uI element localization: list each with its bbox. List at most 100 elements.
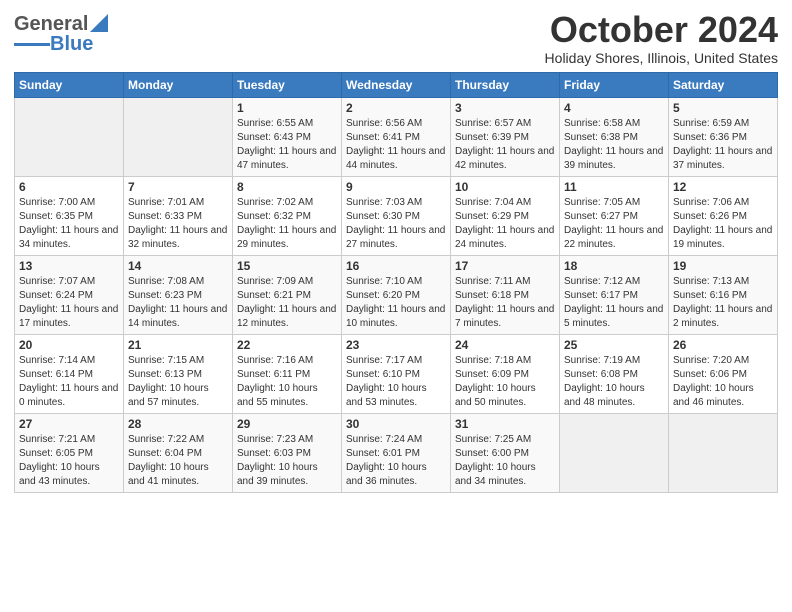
week-row-2: 6Sunrise: 7:00 AM Sunset: 6:35 PM Daylig… [15, 176, 778, 255]
day-info: Sunrise: 6:58 AM Sunset: 6:38 PM Dayligh… [564, 117, 664, 173]
day-number: 4 [564, 101, 664, 115]
day-number: 17 [455, 259, 555, 273]
day-number: 18 [564, 259, 664, 273]
calendar-cell: 1 Sunrise: 6:55 AM Sunset: 6:43 PM Daylig… [233, 97, 342, 176]
calendar-cell: 13 Sunrise: 7:07 AM Sunset: 6:24 PM Dayli… [15, 255, 124, 334]
calendar-cell: 10 Sunrise: 7:04 AM Sunset: 6:29 PM Dayli… [451, 176, 560, 255]
day-info: Sunrise: 7:08 AM Sunset: 6:23 PM Dayligh… [128, 275, 228, 331]
calendar-cell: 26 Sunrise: 7:20 AM Sunset: 6:06 PM Dayli… [669, 334, 778, 413]
day-number: 1 [237, 101, 337, 115]
day-number: 11 [564, 180, 664, 194]
day-info: Sunrise: 7:12 AM Sunset: 6:17 PM Dayligh… [564, 275, 664, 331]
day-info: Sunrise: 7:16 AM Sunset: 6:11 PM Dayligh… [237, 354, 337, 410]
calendar-body: 1 Sunrise: 6:55 AM Sunset: 6:43 PM Daylig… [15, 97, 778, 492]
day-info: Sunrise: 7:18 AM Sunset: 6:09 PM Dayligh… [455, 354, 555, 410]
calendar-cell: 24Sunrise: 7:18 AM Sunset: 6:09 PM Dayli… [451, 334, 560, 413]
calendar-cell: 6Sunrise: 7:00 AM Sunset: 6:35 PM Daylig… [15, 176, 124, 255]
calendar-cell: 30Sunrise: 7:24 AM Sunset: 6:01 PM Dayli… [342, 413, 451, 492]
logo: General Blue [14, 14, 108, 54]
col-monday: Monday [124, 72, 233, 97]
header-row: Sunday Monday Tuesday Wednesday Thursday… [15, 72, 778, 97]
day-number: 13 [19, 259, 119, 273]
calendar-cell: 23 Sunrise: 7:17 AM Sunset: 6:10 PM Dayli… [342, 334, 451, 413]
calendar-cell [560, 413, 669, 492]
calendar-cell: 27 Sunrise: 7:21 AM Sunset: 6:05 PM Dayli… [15, 413, 124, 492]
day-info: Sunrise: 7:05 AM Sunset: 6:27 PM Dayligh… [564, 196, 664, 252]
week-row-5: 27 Sunrise: 7:21 AM Sunset: 6:05 PM Dayli… [15, 413, 778, 492]
calendar-cell: 25Sunrise: 7:19 AM Sunset: 6:08 PM Dayli… [560, 334, 669, 413]
day-info: Sunrise: 7:25 AM Sunset: 6:00 PM Dayligh… [455, 433, 555, 489]
calendar-cell: 14 Sunrise: 7:08 AM Sunset: 6:23 PM Dayli… [124, 255, 233, 334]
location-subtitle: Holiday Shores, Illinois, United States [545, 50, 778, 66]
week-row-1: 1 Sunrise: 6:55 AM Sunset: 6:43 PM Daylig… [15, 97, 778, 176]
day-number: 7 [128, 180, 228, 194]
day-info: Sunrise: 6:59 AM Sunset: 6:36 PM Dayligh… [673, 117, 773, 173]
day-info: Sunrise: 7:04 AM Sunset: 6:29 PM Dayligh… [455, 196, 555, 252]
title-area: October 2024 Holiday Shores, Illinois, U… [545, 10, 778, 66]
calendar-cell: 11 Sunrise: 7:05 AM Sunset: 6:27 PM Dayli… [560, 176, 669, 255]
day-number: 8 [237, 180, 337, 194]
calendar-cell: 7Sunrise: 7:01 AM Sunset: 6:33 PM Daylig… [124, 176, 233, 255]
col-thursday: Thursday [451, 72, 560, 97]
day-number: 27 [19, 417, 119, 431]
day-info: Sunrise: 7:00 AM Sunset: 6:35 PM Dayligh… [19, 196, 119, 252]
calendar-cell: 20 Sunrise: 7:14 AM Sunset: 6:14 PM Dayli… [15, 334, 124, 413]
calendar-cell: 4 Sunrise: 6:58 AM Sunset: 6:38 PM Daylig… [560, 97, 669, 176]
day-number: 31 [455, 417, 555, 431]
day-number: 28 [128, 417, 228, 431]
day-info: Sunrise: 7:21 AM Sunset: 6:05 PM Dayligh… [19, 433, 119, 489]
col-saturday: Saturday [669, 72, 778, 97]
day-info: Sunrise: 7:02 AM Sunset: 6:32 PM Dayligh… [237, 196, 337, 252]
day-info: Sunrise: 7:09 AM Sunset: 6:21 PM Dayligh… [237, 275, 337, 331]
day-number: 22 [237, 338, 337, 352]
day-info: Sunrise: 7:23 AM Sunset: 6:03 PM Dayligh… [237, 433, 337, 489]
calendar-header: Sunday Monday Tuesday Wednesday Thursday… [15, 72, 778, 97]
calendar-cell: 16 Sunrise: 7:10 AM Sunset: 6:20 PM Dayli… [342, 255, 451, 334]
logo-line [14, 43, 50, 46]
day-info: Sunrise: 7:20 AM Sunset: 6:06 PM Dayligh… [673, 354, 773, 410]
week-row-4: 20 Sunrise: 7:14 AM Sunset: 6:14 PM Dayli… [15, 334, 778, 413]
day-info: Sunrise: 6:57 AM Sunset: 6:39 PM Dayligh… [455, 117, 555, 173]
day-number: 10 [455, 180, 555, 194]
calendar-cell: 5 Sunrise: 6:59 AM Sunset: 6:36 PM Daylig… [669, 97, 778, 176]
logo-blue: Blue [50, 34, 93, 54]
calendar-cell: 29 Sunrise: 7:23 AM Sunset: 6:03 PM Dayli… [233, 413, 342, 492]
day-number: 23 [346, 338, 446, 352]
month-title: October 2024 [545, 10, 778, 50]
day-info: Sunrise: 7:06 AM Sunset: 6:26 PM Dayligh… [673, 196, 773, 252]
col-friday: Friday [560, 72, 669, 97]
day-info: Sunrise: 6:56 AM Sunset: 6:41 PM Dayligh… [346, 117, 446, 173]
day-number: 26 [673, 338, 773, 352]
calendar-cell: 9Sunrise: 7:03 AM Sunset: 6:30 PM Daylig… [342, 176, 451, 255]
day-info: Sunrise: 7:14 AM Sunset: 6:14 PM Dayligh… [19, 354, 119, 410]
logo-icon [90, 14, 108, 32]
calendar-cell: 28Sunrise: 7:22 AM Sunset: 6:04 PM Dayli… [124, 413, 233, 492]
day-number: 2 [346, 101, 446, 115]
day-number: 21 [128, 338, 228, 352]
day-number: 5 [673, 101, 773, 115]
day-info: Sunrise: 7:17 AM Sunset: 6:10 PM Dayligh… [346, 354, 446, 410]
calendar-cell: 18 Sunrise: 7:12 AM Sunset: 6:17 PM Dayli… [560, 255, 669, 334]
calendar-cell: 21Sunrise: 7:15 AM Sunset: 6:13 PM Dayli… [124, 334, 233, 413]
day-number: 14 [128, 259, 228, 273]
calendar-cell: 22 Sunrise: 7:16 AM Sunset: 6:11 PM Dayli… [233, 334, 342, 413]
logo-general: General [14, 14, 88, 34]
day-info: Sunrise: 7:10 AM Sunset: 6:20 PM Dayligh… [346, 275, 446, 331]
calendar-cell: 17Sunrise: 7:11 AM Sunset: 6:18 PM Dayli… [451, 255, 560, 334]
day-info: Sunrise: 7:07 AM Sunset: 6:24 PM Dayligh… [19, 275, 119, 331]
col-wednesday: Wednesday [342, 72, 451, 97]
day-number: 15 [237, 259, 337, 273]
day-info: Sunrise: 7:03 AM Sunset: 6:30 PM Dayligh… [346, 196, 446, 252]
calendar-container: General Blue October 2024 Holiday Shores… [0, 0, 792, 501]
day-number: 20 [19, 338, 119, 352]
calendar-cell: 2 Sunrise: 6:56 AM Sunset: 6:41 PM Daylig… [342, 97, 451, 176]
day-info: Sunrise: 6:55 AM Sunset: 6:43 PM Dayligh… [237, 117, 337, 173]
day-info: Sunrise: 7:24 AM Sunset: 6:01 PM Dayligh… [346, 433, 446, 489]
calendar-cell [15, 97, 124, 176]
col-tuesday: Tuesday [233, 72, 342, 97]
day-number: 16 [346, 259, 446, 273]
day-number: 3 [455, 101, 555, 115]
day-number: 29 [237, 417, 337, 431]
calendar-cell: 8 Sunrise: 7:02 AM Sunset: 6:32 PM Daylig… [233, 176, 342, 255]
calendar-cell: 31 Sunrise: 7:25 AM Sunset: 6:00 PM Dayli… [451, 413, 560, 492]
